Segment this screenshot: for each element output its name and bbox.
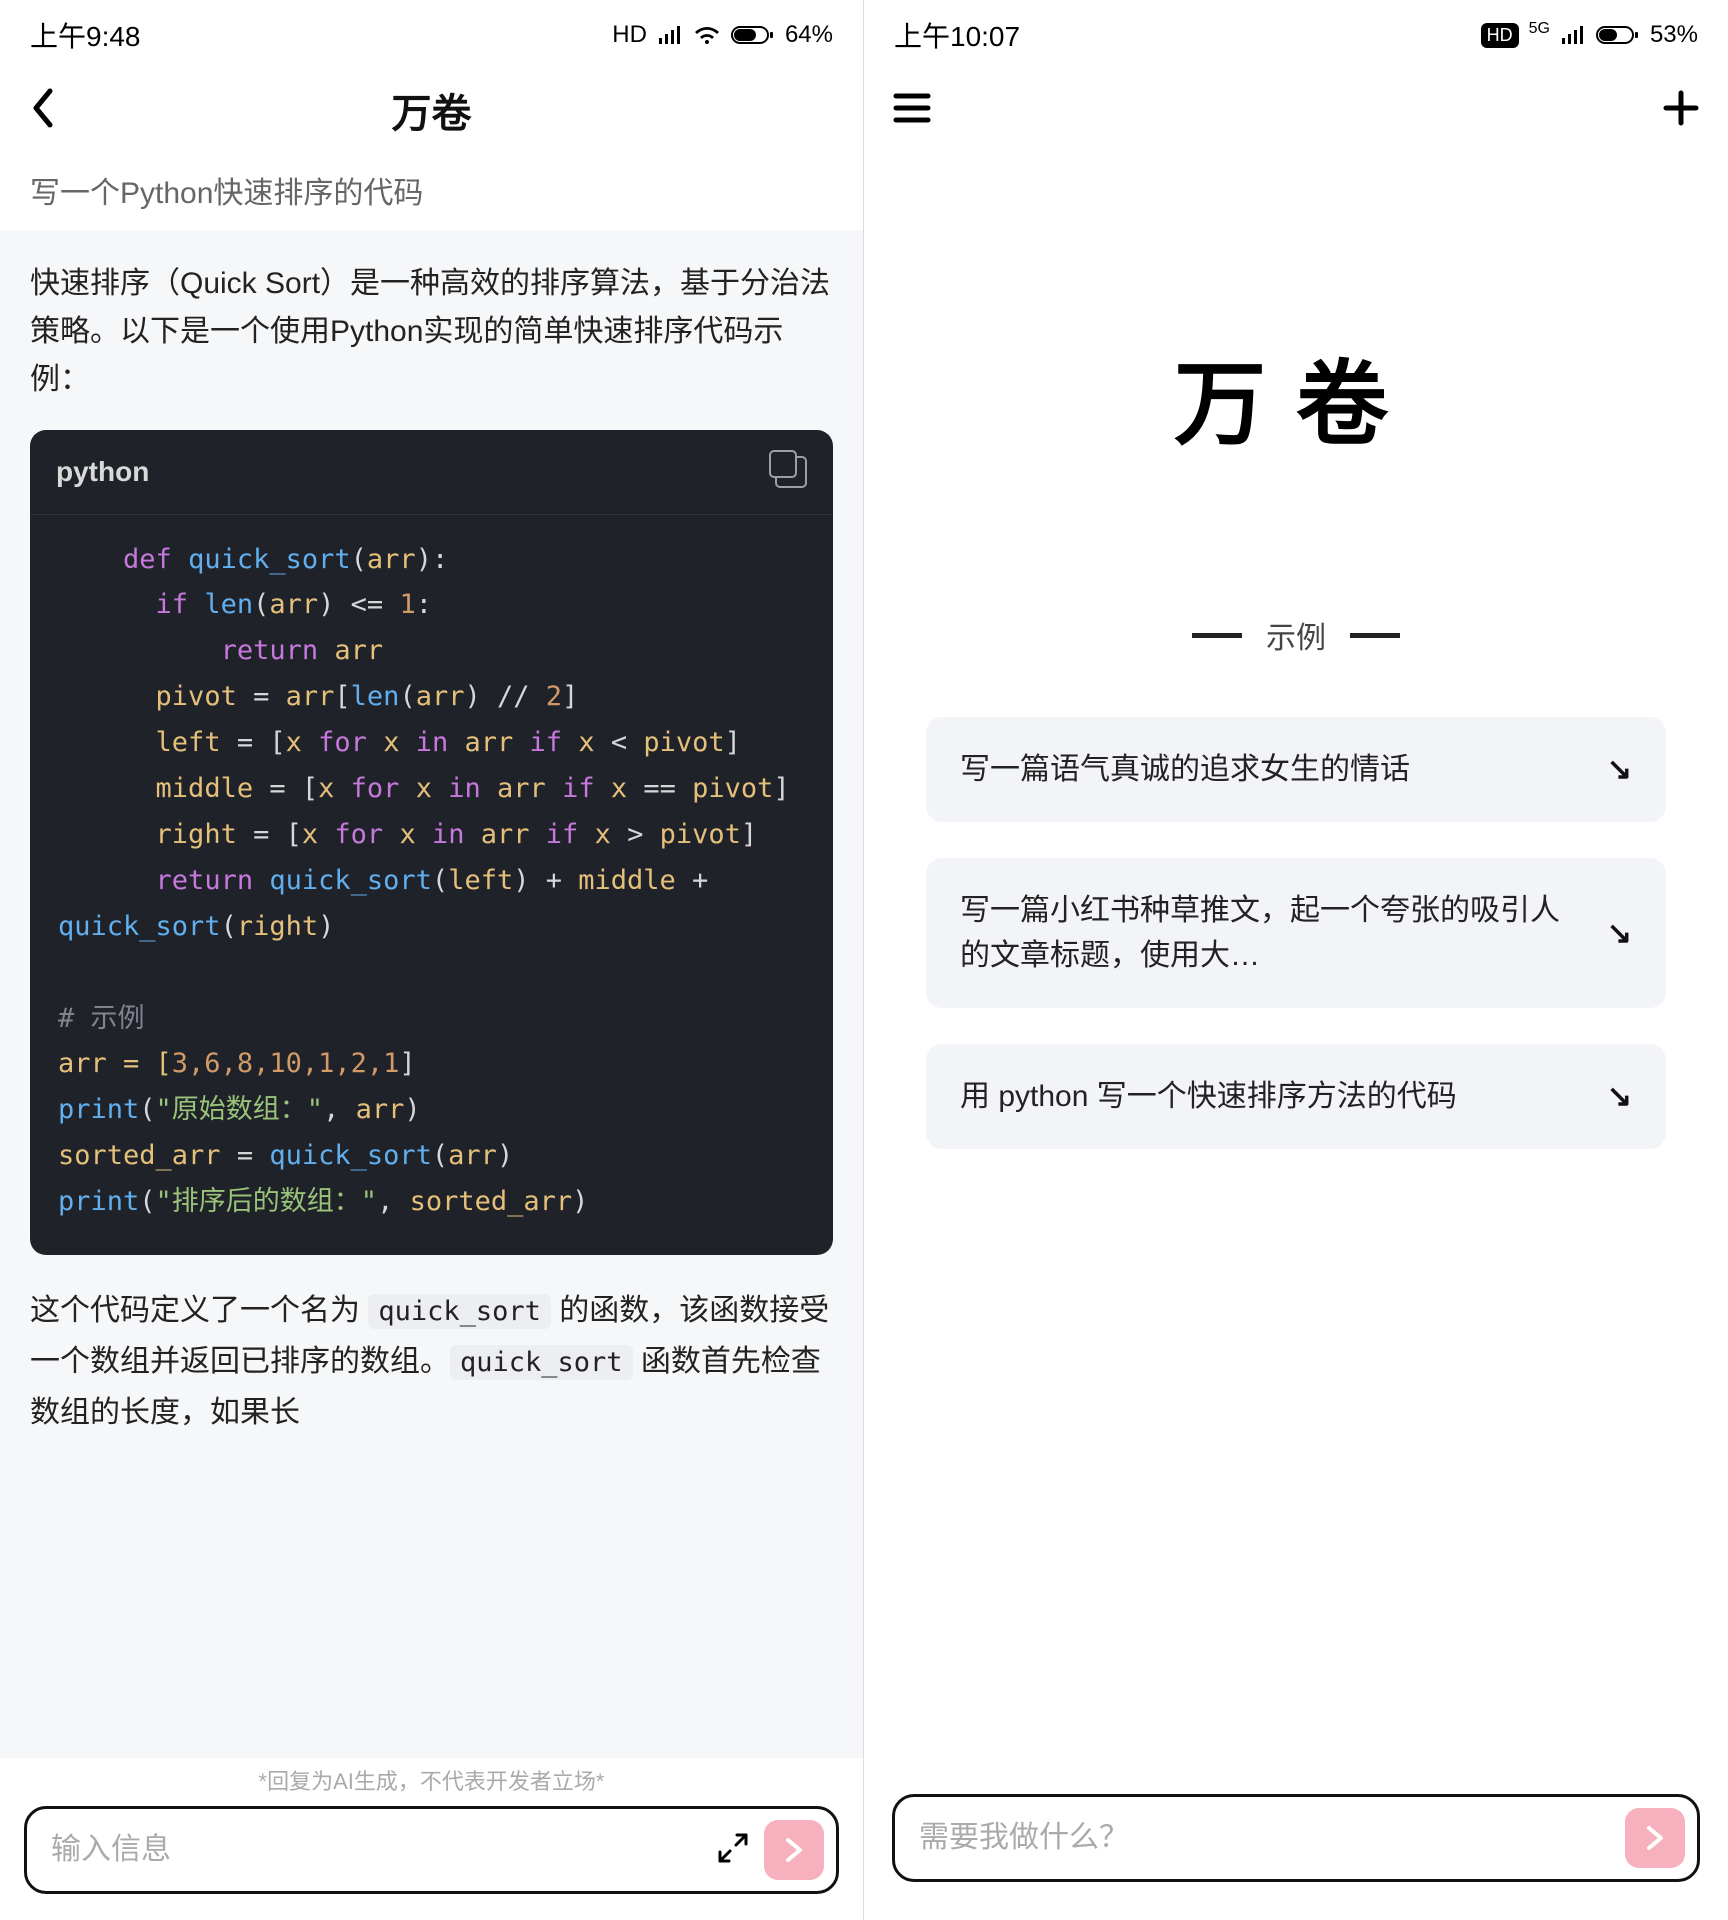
message-input[interactable] <box>51 1833 702 1867</box>
assistant-answer: 快速排序（Quick Sort）是一种高效的排序算法，基于分治法策略。以下是一个… <box>0 230 863 1758</box>
send-button[interactable] <box>1625 1808 1685 1868</box>
example-text: 用 python 写一个快速排序方法的代码 <box>960 1074 1607 1119</box>
examples-label: 示例 <box>1266 613 1326 657</box>
user-prompt: 写一个Python快速排序的代码 <box>0 150 863 230</box>
example-prompt-card[interactable]: 写一篇小红书种草推文，起一个夸张的吸引人的文章标题，使用大… ↘ <box>926 858 1666 1008</box>
example-prompt-card[interactable]: 写一篇语气真诚的追求女生的情话 ↘ <box>926 717 1666 822</box>
answer-intro: 快速排序（Quick Sort）是一种高效的排序算法，基于分治法策略。以下是一个… <box>30 260 833 404</box>
divider-icon <box>1192 633 1242 638</box>
status-time: 上午10:07 <box>894 15 1020 55</box>
back-icon[interactable] <box>28 87 60 134</box>
code-body: def quick_sort(arr): if len(arr) <= 1: r… <box>30 515 833 1255</box>
arrow-down-right-icon: ↘ <box>1607 752 1632 787</box>
example-prompt-card[interactable]: 用 python 写一个快速排序方法的代码 ↘ <box>926 1044 1666 1149</box>
nav-bar <box>864 70 1728 150</box>
battery-percent: 64% <box>785 21 833 49</box>
message-input-bar <box>24 1806 839 1894</box>
status-bar: 上午9:48 HD 64% <box>0 0 863 70</box>
status-right: HD 64% <box>612 21 833 49</box>
hd-icon: HD <box>612 21 647 49</box>
nav-bar: 万卷 <box>0 70 863 150</box>
inline-code: quick_sort <box>450 1345 633 1380</box>
home-content: 万卷 示例 写一篇语气真诚的追求女生的情话 ↘ 写一篇小红书种草推文，起一个夸张… <box>864 150 1728 1920</box>
chat-detail-panel: 上午9:48 HD 64% 万卷 写一个Python快速排序的代码 快速排序（Q… <box>0 0 864 1920</box>
answer-followup: 这个代码定义了一个名为 quick_sort 的函数，该函数接受一个数组并返回已… <box>30 1285 833 1438</box>
code-block: python def quick_sort(arr): if len(arr) … <box>30 430 833 1255</box>
battery-percent: 53% <box>1650 21 1698 49</box>
message-input[interactable] <box>919 1821 1625 1855</box>
brand-logo: 万卷 <box>1174 330 1418 463</box>
status-bar: 上午10:07 HD 5G 53% <box>864 0 1728 70</box>
expand-icon[interactable] <box>716 1831 750 1870</box>
code-header: python <box>30 430 833 515</box>
copy-icon[interactable] <box>775 456 807 488</box>
signal-icon <box>657 24 683 46</box>
status-time: 上午9:48 <box>30 15 141 55</box>
page-title: 万卷 <box>88 81 775 139</box>
menu-icon[interactable] <box>892 91 932 130</box>
example-text: 写一篇小红书种草推文，起一个夸张的吸引人的文章标题，使用大… <box>960 888 1607 978</box>
battery-icon <box>1596 24 1640 46</box>
signal-5g-icon: 5G <box>1529 20 1550 38</box>
hd-icon: HD <box>1481 23 1519 48</box>
home-panel: 上午10:07 HD 5G 53% 万卷 示例 写一篇语气真诚的追求女生的情话 … <box>864 0 1728 1920</box>
plus-icon[interactable] <box>1662 89 1700 132</box>
examples-header: 示例 <box>1192 613 1400 657</box>
example-text: 写一篇语气真诚的追求女生的情话 <box>960 747 1607 792</box>
arrow-down-right-icon: ↘ <box>1607 1079 1632 1114</box>
battery-icon <box>731 24 775 46</box>
wifi-icon <box>693 24 721 46</box>
code-language: python <box>56 448 149 496</box>
ai-disclaimer: *回复为AI生成，不代表开发者立场* <box>0 1758 863 1806</box>
status-right: HD 5G 53% <box>1481 21 1698 49</box>
message-input-bar <box>892 1794 1700 1882</box>
send-button[interactable] <box>764 1820 824 1880</box>
signal-icon <box>1560 24 1586 46</box>
arrow-down-right-icon: ↘ <box>1607 916 1632 951</box>
inline-code: quick_sort <box>368 1294 551 1329</box>
divider-icon <box>1350 633 1400 638</box>
